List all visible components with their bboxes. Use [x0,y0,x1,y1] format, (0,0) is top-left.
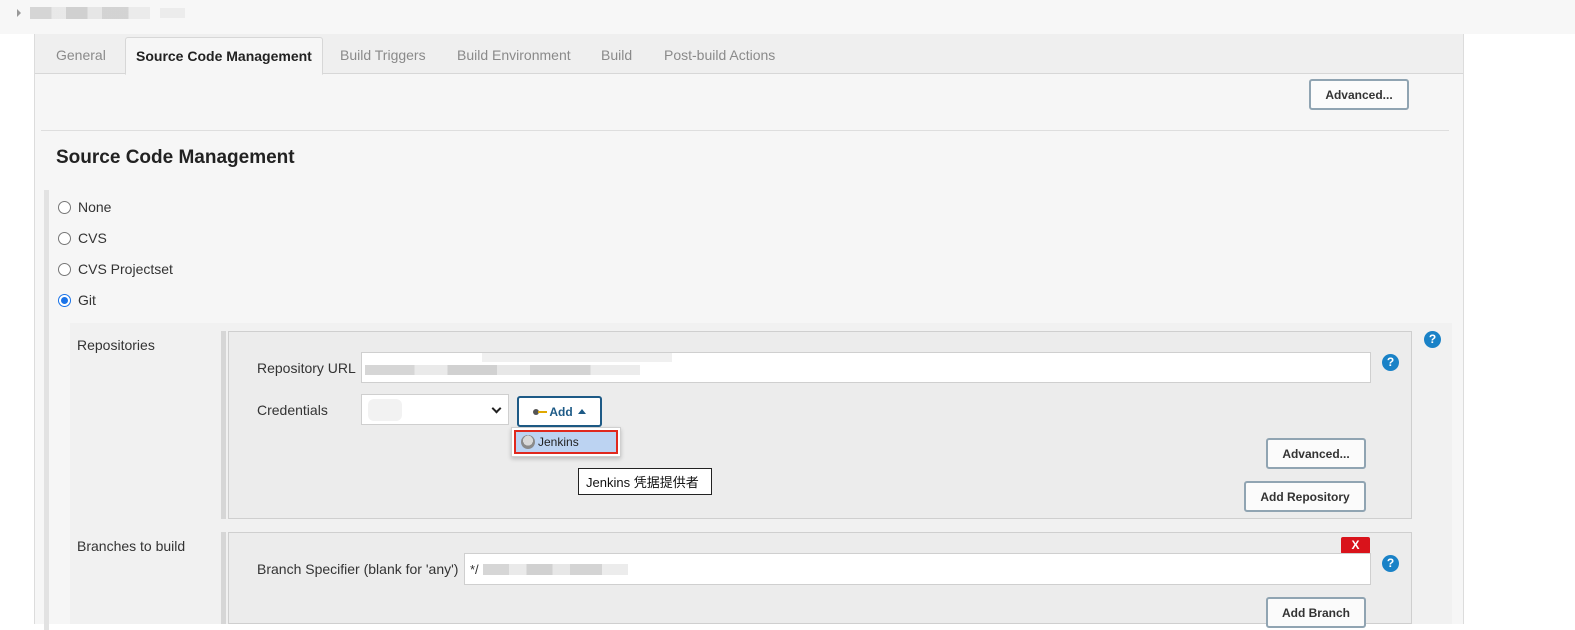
branches-to-build-label: Branches to build [77,538,186,554]
branch-specifier-input[interactable]: */ [464,553,1371,585]
add-button-label: Add [549,404,573,419]
advanced-button-top[interactable]: Advanced... [1309,79,1409,110]
jenkins-provider-tooltip: Jenkins 凭据提供者 [578,468,712,495]
radio-label-none: None [78,199,112,215]
scm-option-cvs[interactable]: CVS [58,230,107,246]
add-credentials-dropdown: Jenkins [511,427,621,457]
job-config-panel: General Source Code Management Build Tri… [34,34,1464,630]
config-tab-bar: General Source Code Management Build Tri… [35,34,1463,75]
credentials-label: Credentials [257,402,328,418]
tab-build[interactable]: Build [601,47,632,63]
dropdown-item-label: Jenkins [538,435,579,449]
radio-git[interactable] [58,293,71,307]
section-left-bar [44,190,49,630]
radio-cvs-projectset[interactable] [58,262,71,276]
branch-specifier-help-icon[interactable]: ? [1382,555,1399,572]
add-branch-button[interactable]: Add Branch [1266,597,1366,628]
section-title: Source Code Management [56,147,295,168]
top-breadcrumb-bar [0,0,1575,34]
credentials-redacted [368,399,402,421]
radio-none[interactable] [58,200,71,214]
scm-option-cvs-projectset[interactable]: CVS Projectset [58,261,173,277]
breadcrumb-redacted-2 [160,8,185,18]
add-repository-button[interactable]: Add Repository [1244,481,1366,512]
tab-general[interactable]: General [56,47,106,63]
dropdown-item-jenkins[interactable]: Jenkins [514,430,618,454]
repository-advanced-button[interactable]: Advanced... [1266,438,1366,469]
radio-label-cvs-projectset: CVS Projectset [78,261,173,277]
branch-specifier-value: */ [470,562,479,577]
tab-source-code-management[interactable]: Source Code Management [125,37,323,75]
breadcrumb-redacted [30,7,150,19]
section-divider [41,130,1449,131]
add-credentials-button[interactable]: Add [517,396,602,427]
tab-build-triggers[interactable]: Build Triggers [340,47,426,63]
tab-post-build-actions[interactable]: Post-build Actions [664,47,775,63]
repository-url-help-icon[interactable]: ? [1382,354,1399,371]
tab-build-environment[interactable]: Build Environment [457,47,571,63]
key-icon [533,408,548,416]
radio-cvs[interactable] [58,231,71,245]
repository-url-input[interactable] [361,352,1371,383]
repositories-bar [221,331,226,519]
scm-option-none[interactable]: None [58,199,111,215]
expand-caret-icon[interactable] [17,9,21,17]
jenkins-icon [521,435,535,449]
chevron-down-icon [491,403,502,414]
branches-bar [221,532,226,624]
credentials-select[interactable] [361,394,509,425]
repository-url-label: Repository URL [257,360,356,376]
caret-up-icon [577,409,586,414]
radio-label-cvs: CVS [78,230,107,246]
repository-url-redacted [365,365,640,375]
radio-label-git: Git [78,292,96,308]
git-help-icon[interactable]: ? [1424,331,1441,348]
repository-url-redacted-2 [482,353,672,362]
branch-specifier-redacted [483,564,628,575]
repositories-label: Repositories [77,337,155,353]
delete-branch-button[interactable]: X [1341,537,1370,554]
branch-specifier-label: Branch Specifier (blank for 'any') [257,561,459,577]
scm-option-git[interactable]: Git [58,292,96,308]
